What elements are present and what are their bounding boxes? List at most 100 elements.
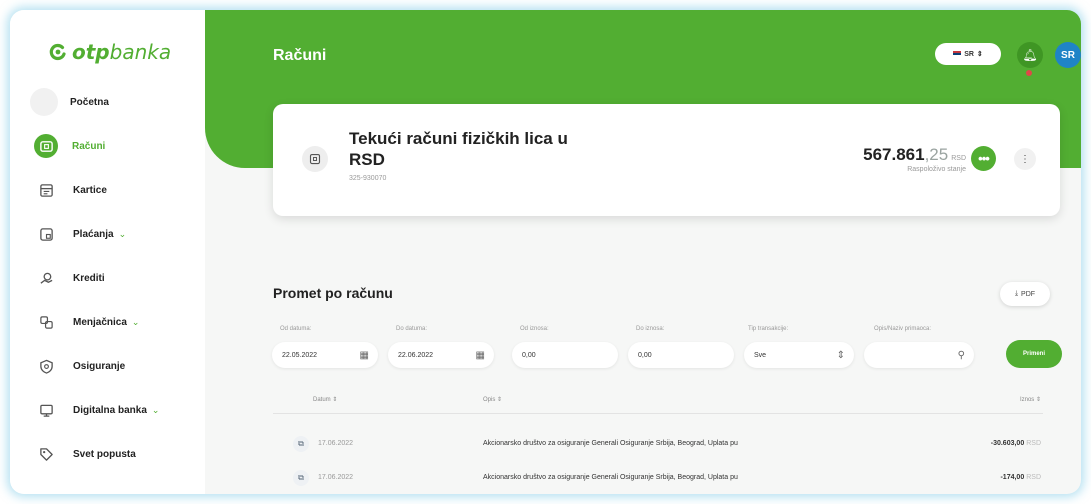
- sidebar-item-label: Digitalna banka: [73, 404, 147, 416]
- chevron-down-icon: ⌄: [151, 404, 160, 415]
- balance-currency: RSD: [951, 155, 966, 162]
- search-label: Opis/Naziv primaoca:: [874, 326, 932, 332]
- amount-to-label: Do iznosa:: [636, 326, 665, 332]
- amount-from-field[interactable]: 0,00: [512, 342, 618, 368]
- sidebar-item-racuni[interactable]: Računi: [20, 124, 200, 168]
- table-row[interactable]: ⧉ 17.06.2022 Akcionarsko društvo za osig…: [273, 430, 1043, 460]
- transaction-date: 17.06.2022: [318, 474, 354, 481]
- amount-to-field[interactable]: 0,00: [628, 342, 734, 368]
- transaction-type-label: Tip transakcije:: [748, 326, 789, 332]
- notification-button[interactable]: 🔔︎: [1017, 42, 1043, 68]
- amount-from-label: Od iznosa:: [520, 326, 549, 332]
- account-card[interactable]: Tekući računi fizičkih lica u RSD 325-93…: [273, 104, 1060, 216]
- date-from-value: 22.05.2022: [282, 351, 318, 359]
- serbia-flag-icon: [953, 51, 962, 57]
- exchange-icon: [33, 309, 59, 335]
- transaction-amount: -30.603,00 RSD: [991, 440, 1041, 447]
- home-icon: [30, 88, 58, 116]
- sidebar-item-label: Računi: [72, 140, 106, 152]
- amount-to-value: 0,00: [638, 351, 652, 359]
- pdf-label: PDF: [1021, 290, 1036, 298]
- language-selector[interactable]: SR ⇕: [935, 43, 1001, 65]
- sidebar-item-label: Osiguranje: [73, 360, 126, 372]
- discount-icon: [33, 441, 59, 467]
- payment-icon: [33, 221, 59, 247]
- date-from-field[interactable]: 22.05.2022 ▦: [272, 342, 378, 368]
- account-icon: [302, 146, 328, 172]
- account-icon: [34, 134, 58, 158]
- sidebar: otp banka Početna Računi Kartice Plaćanja…: [10, 10, 205, 494]
- sidebar-item-svet-popusta[interactable]: Svet popusta: [20, 432, 200, 476]
- date-to-value: 22.06.2022: [398, 351, 434, 359]
- sidebar-item-pocetna[interactable]: Početna: [20, 80, 200, 124]
- sidebar-item-placanja[interactable]: Plaćanja ⌄: [20, 212, 200, 256]
- pdf-download-button[interactable]: ⤓ PDF: [1000, 282, 1050, 306]
- sidebar-item-label: Kartice: [73, 184, 107, 196]
- language-label: SR: [964, 50, 974, 58]
- sidebar-item-menjacnica[interactable]: Menjačnica ⌄: [20, 300, 200, 344]
- transaction-description: Akcionarsko društvo za osiguranje Genera…: [483, 474, 738, 481]
- column-header-amount[interactable]: Iznos ⇕: [1020, 396, 1041, 403]
- transaction-icon: ⧉: [293, 436, 309, 452]
- sidebar-item-kartice[interactable]: Kartice: [20, 168, 200, 212]
- logo-text-bold: otp: [72, 40, 110, 64]
- search-icon[interactable]: ⚲: [958, 350, 965, 361]
- amount-currency: RSD: [1026, 440, 1041, 447]
- page-title: Računi: [273, 47, 327, 64]
- sidebar-item-label: Plaćanja: [73, 228, 114, 240]
- otp-logo[interactable]: otp banka: [48, 40, 171, 64]
- transaction-icon: ⧉: [293, 470, 309, 486]
- digital-icon: [33, 397, 59, 423]
- bell-icon: 🔔︎: [1022, 48, 1038, 62]
- sidebar-item-label: Svet popusta: [73, 448, 136, 460]
- amount-currency: RSD: [1026, 474, 1041, 481]
- sidebar-item-krediti[interactable]: Krediti: [20, 256, 200, 300]
- transaction-type-value: Sve: [754, 351, 767, 359]
- insurance-icon: [33, 353, 59, 379]
- column-header-date[interactable]: Datum ⇕: [313, 396, 337, 403]
- avatar[interactable]: SR: [1055, 42, 1081, 68]
- transaction-type-select[interactable]: Sve ⇕: [744, 342, 854, 368]
- date-to-label: Do datuma:: [396, 326, 428, 332]
- sidebar-nav: Početna Računi Kartice Plaćanja ⌄ Kredit…: [20, 80, 200, 476]
- date-to-field[interactable]: 22.06.2022 ▦: [388, 342, 494, 368]
- sidebar-item-digitalna-banka[interactable]: Digitalna banka ⌄: [20, 388, 200, 432]
- credit-icon: [33, 265, 59, 291]
- notification-indicator: [1026, 70, 1032, 76]
- transactions-title: Promet po računu: [273, 285, 393, 301]
- date-from-label: Od datuma:: [280, 326, 312, 332]
- account-balance: 567.861,25 RSD: [863, 145, 966, 165]
- more-options-button[interactable]: •••: [971, 146, 996, 171]
- download-icon: ⤓: [1014, 290, 1019, 297]
- account-number: 325-930070: [349, 175, 387, 182]
- balance-integer: 567.861: [863, 145, 925, 164]
- apply-filter-button[interactable]: Primeni: [1006, 340, 1062, 368]
- sidebar-item-osiguranje[interactable]: Osiguranje: [20, 344, 200, 388]
- transactions-table-header: Datum ⇕ Opis ⇕ Iznos ⇕: [273, 388, 1043, 414]
- transaction-amount: -174,00 RSD: [1000, 474, 1041, 481]
- otp-logo-icon: [49, 43, 66, 61]
- column-header-description[interactable]: Opis ⇕: [483, 396, 502, 403]
- card-icon: [33, 177, 59, 203]
- chevron-updown-icon: ⇕: [976, 51, 983, 58]
- chevron-updown-icon: ⇕: [836, 349, 845, 361]
- chevron-down-icon: ⌄: [118, 228, 127, 239]
- amount-value: -174,00: [1000, 474, 1025, 481]
- search-input[interactable]: ⚲: [864, 342, 974, 368]
- table-row[interactable]: ⧉ 17.06.2022 Akcionarsko društvo za osig…: [273, 464, 1043, 494]
- kebab-menu-button[interactable]: ⋮: [1014, 148, 1036, 170]
- balance-decimals: ,25: [924, 145, 949, 164]
- account-name: Tekući računi fizičkih lica u RSD: [349, 129, 568, 169]
- balance-label: Raspoloživo stanje: [907, 166, 966, 173]
- amount-from-value: 0,00: [522, 351, 536, 359]
- transaction-date: 17.06.2022: [318, 440, 354, 447]
- app-window: otp banka Početna Računi Kartice Plaćanja…: [10, 10, 1081, 494]
- calendar-icon[interactable]: ▦: [360, 350, 369, 361]
- calendar-icon[interactable]: ▦: [476, 350, 485, 361]
- chevron-down-icon: ⌄: [131, 316, 140, 327]
- sidebar-item-label: Krediti: [73, 272, 105, 284]
- logo-text-light: banka: [109, 40, 172, 64]
- amount-value: -30.603,00: [990, 440, 1025, 447]
- sidebar-item-label: Menjačnica: [73, 316, 127, 328]
- transaction-description: Akcionarsko društvo za osiguranje Genera…: [483, 440, 738, 447]
